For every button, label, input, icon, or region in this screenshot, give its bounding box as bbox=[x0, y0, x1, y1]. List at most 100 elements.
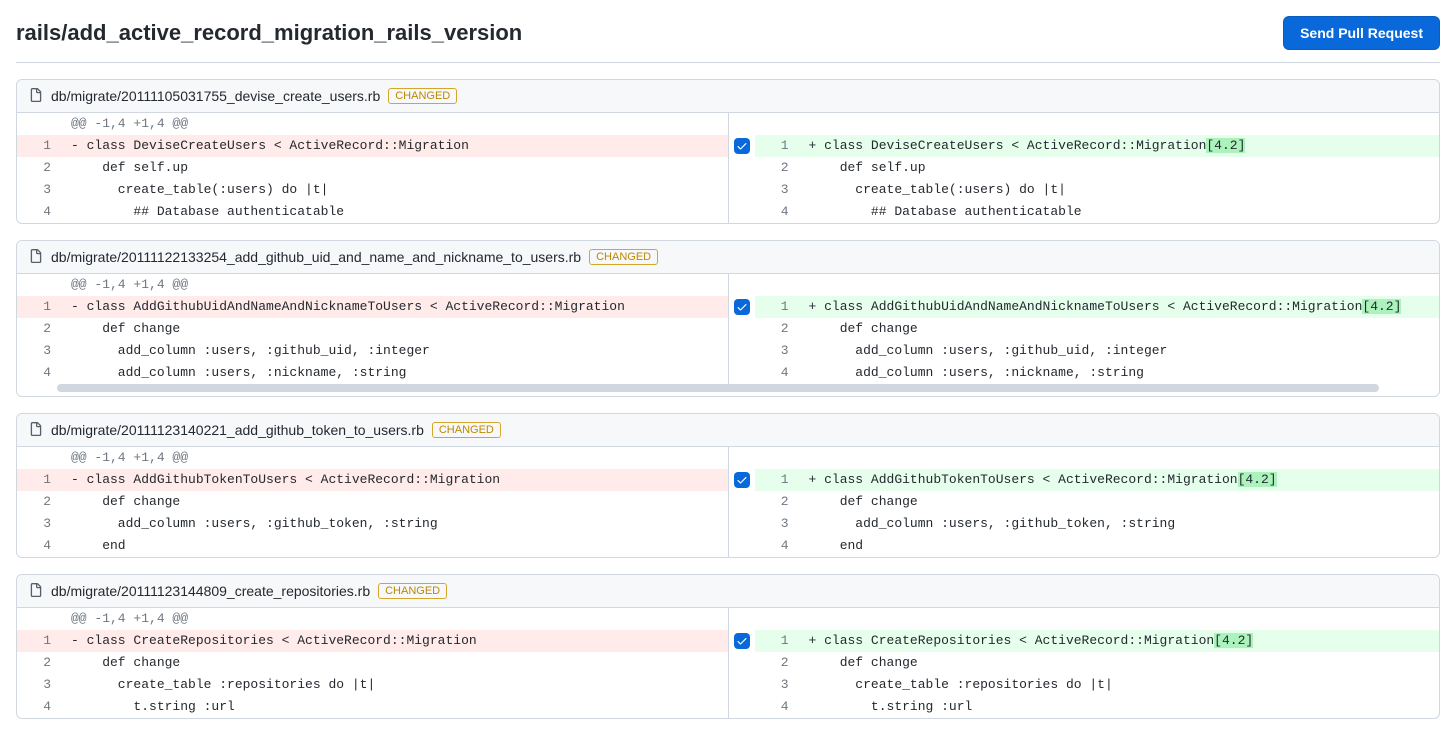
line-number-left: 4 bbox=[17, 535, 61, 557]
line-number-left: 2 bbox=[17, 157, 61, 179]
checkbox-column bbox=[729, 491, 755, 513]
file-icon bbox=[29, 88, 43, 104]
line-number-left: 2 bbox=[17, 652, 61, 674]
line-number-left: 3 bbox=[17, 179, 61, 201]
checkbox-column bbox=[729, 340, 755, 362]
line-number-left: 1 bbox=[17, 469, 61, 491]
code-left: create_table :repositories do |t| bbox=[61, 674, 728, 696]
file-icon bbox=[29, 422, 43, 438]
line-number-right: 4 bbox=[755, 535, 799, 557]
checkbox-column bbox=[729, 652, 755, 674]
code-left: add_column :users, :github_token, :strin… bbox=[61, 513, 728, 535]
hunk-header: @@ -1,4 +1,4 @@ bbox=[61, 447, 728, 469]
code-left: def change bbox=[61, 491, 728, 513]
line-number-right: 4 bbox=[755, 696, 799, 718]
line-number-left: 2 bbox=[17, 491, 61, 513]
checkbox-column bbox=[729, 318, 755, 340]
file-header[interactable]: db/migrate/20111122133254_add_github_uid… bbox=[17, 241, 1439, 274]
line-number-left: 3 bbox=[17, 340, 61, 362]
code-right: + class AddGithubTokenToUsers < ActiveRe… bbox=[799, 469, 1440, 491]
code-left: create_table(:users) do |t| bbox=[61, 179, 728, 201]
code-left: def change bbox=[61, 318, 728, 340]
file-header[interactable]: db/migrate/20111123140221_add_github_tok… bbox=[17, 414, 1439, 447]
checkbox-column bbox=[729, 179, 755, 201]
line-number-right: 4 bbox=[755, 201, 799, 223]
checkbox-column bbox=[729, 362, 755, 384]
changed-badge: CHANGED bbox=[378, 583, 447, 599]
file-icon bbox=[29, 583, 43, 599]
line-number-right: 2 bbox=[755, 318, 799, 340]
checkbox-column bbox=[729, 201, 755, 223]
diff-body: @@ -1,4 +1,4 @@1- class AddGithubUidAndN… bbox=[17, 274, 1439, 384]
changed-badge: CHANGED bbox=[589, 249, 658, 265]
code-right: def change bbox=[799, 491, 1440, 513]
line-number-right: 2 bbox=[755, 157, 799, 179]
code-left: - class CreateRepositories < ActiveRecor… bbox=[61, 630, 728, 652]
code-right: create_table(:users) do |t| bbox=[799, 179, 1440, 201]
diff-body: @@ -1,4 +1,4 @@1- class AddGithubTokenTo… bbox=[17, 447, 1439, 557]
code-left: def self.up bbox=[61, 157, 728, 179]
diff-body: @@ -1,4 +1,4 @@1- class DeviseCreateUser… bbox=[17, 113, 1439, 223]
code-right: add_column :users, :github_token, :strin… bbox=[799, 513, 1440, 535]
file-diff: db/migrate/20111123140221_add_github_tok… bbox=[16, 413, 1440, 558]
checkbox-column bbox=[729, 674, 755, 696]
highlighted-addition: [4.2] bbox=[1238, 472, 1277, 487]
code-right: add_column :users, :nickname, :string bbox=[799, 362, 1440, 384]
horizontal-scrollbar[interactable] bbox=[57, 384, 1379, 392]
line-number-left: 1 bbox=[17, 296, 61, 318]
line-number-right: 4 bbox=[755, 362, 799, 384]
line-select-checkbox[interactable] bbox=[734, 472, 750, 488]
checkbox-column bbox=[729, 296, 755, 318]
hunk-header: @@ -1,4 +1,4 @@ bbox=[61, 608, 728, 630]
file-path: db/migrate/20111123140221_add_github_tok… bbox=[51, 422, 424, 438]
line-number-left: 3 bbox=[17, 513, 61, 535]
line-number-right: 1 bbox=[755, 630, 799, 652]
file-header[interactable]: db/migrate/20111123144809_create_reposit… bbox=[17, 575, 1439, 608]
file-path: db/migrate/20111123144809_create_reposit… bbox=[51, 583, 370, 599]
line-select-checkbox[interactable] bbox=[734, 299, 750, 315]
code-left: add_column :users, :nickname, :string bbox=[61, 362, 728, 384]
page-title: rails/add_active_record_migration_rails_… bbox=[16, 20, 522, 46]
send-pull-request-button[interactable]: Send Pull Request bbox=[1283, 16, 1440, 50]
code-left: - class DeviseCreateUsers < ActiveRecord… bbox=[61, 135, 728, 157]
code-right: add_column :users, :github_uid, :integer bbox=[799, 340, 1440, 362]
highlighted-addition: [4.2] bbox=[1206, 138, 1245, 153]
file-path: db/migrate/20111105031755_devise_create_… bbox=[51, 88, 380, 104]
code-left: def change bbox=[61, 652, 728, 674]
hunk-header: @@ -1,4 +1,4 @@ bbox=[61, 274, 728, 296]
code-right: ## Database authenticatable bbox=[799, 201, 1440, 223]
code-right: def change bbox=[799, 318, 1440, 340]
line-number-left: 3 bbox=[17, 674, 61, 696]
file-header[interactable]: db/migrate/20111105031755_devise_create_… bbox=[17, 80, 1439, 113]
code-left: - class AddGithubUidAndNameAndNicknameTo… bbox=[61, 296, 728, 318]
checkbox-column bbox=[729, 535, 755, 557]
line-number-right: 1 bbox=[755, 469, 799, 491]
code-right: + class DeviseCreateUsers < ActiveRecord… bbox=[799, 135, 1440, 157]
line-number-right: 3 bbox=[755, 340, 799, 362]
line-number-left bbox=[17, 113, 61, 135]
line-number-left: 4 bbox=[17, 201, 61, 223]
changed-badge: CHANGED bbox=[432, 422, 501, 438]
line-number-left bbox=[17, 608, 61, 630]
file-diff: db/migrate/20111105031755_devise_create_… bbox=[16, 79, 1440, 224]
line-number-left: 1 bbox=[17, 630, 61, 652]
code-right: def change bbox=[799, 652, 1440, 674]
line-number-right: 2 bbox=[755, 652, 799, 674]
diff-body: @@ -1,4 +1,4 @@1- class CreateRepositori… bbox=[17, 608, 1439, 718]
line-select-checkbox[interactable] bbox=[734, 138, 750, 154]
checkbox-column bbox=[729, 469, 755, 491]
line-number-right: 3 bbox=[755, 513, 799, 535]
changed-badge: CHANGED bbox=[388, 88, 457, 104]
code-left: end bbox=[61, 535, 728, 557]
code-right: def self.up bbox=[799, 157, 1440, 179]
file-diff: db/migrate/20111122133254_add_github_uid… bbox=[16, 240, 1440, 397]
line-number-left bbox=[17, 274, 61, 296]
code-left: t.string :url bbox=[61, 696, 728, 718]
file-icon bbox=[29, 249, 43, 265]
checkbox-column bbox=[729, 513, 755, 535]
line-number-left: 4 bbox=[17, 696, 61, 718]
code-right: create_table :repositories do |t| bbox=[799, 674, 1440, 696]
line-select-checkbox[interactable] bbox=[734, 633, 750, 649]
code-right: + class AddGithubUidAndNameAndNicknameTo… bbox=[799, 296, 1440, 318]
line-number-left: 1 bbox=[17, 135, 61, 157]
